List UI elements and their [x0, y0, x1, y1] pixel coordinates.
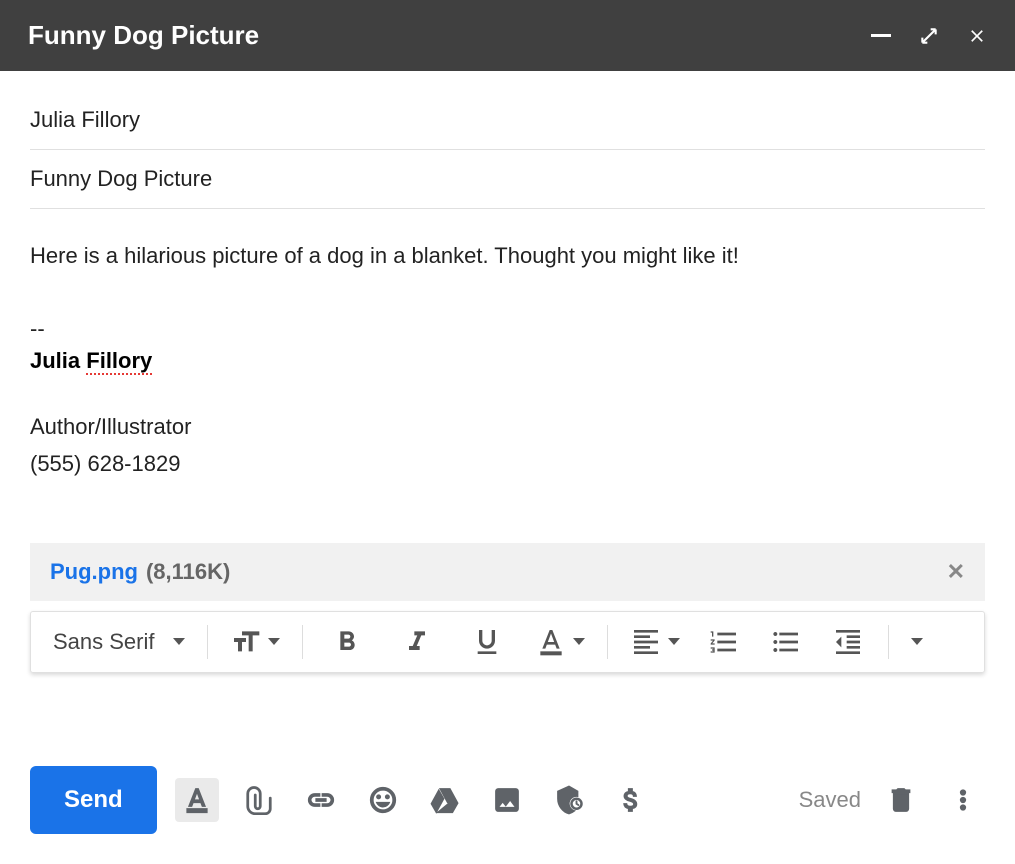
subject-field[interactable]: Funny Dog Picture — [30, 150, 985, 209]
chevron-down-icon — [911, 638, 923, 645]
fullscreen-icon[interactable] — [919, 26, 939, 46]
window-header: Funny Dog Picture — [0, 0, 1015, 71]
chevron-down-icon — [173, 638, 185, 645]
signature-title: Author/Illustrator — [30, 408, 985, 445]
bold-button[interactable] — [315, 620, 379, 664]
attachment-name: Pug.png — [50, 559, 138, 585]
chevron-down-icon — [668, 638, 680, 645]
attach-file-button[interactable] — [237, 778, 281, 822]
insert-photo-button[interactable] — [485, 778, 529, 822]
format-toolbar: Sans Serif — [30, 611, 985, 673]
signature-phone: (555) 628-1829 — [30, 445, 985, 482]
saved-label: Saved — [799, 787, 861, 813]
more-options-button[interactable] — [941, 778, 985, 822]
bulleted-list-button[interactable] — [758, 620, 814, 664]
more-formatting-button[interactable] — [901, 632, 933, 651]
signature-name: Julia Fillory — [30, 348, 152, 374]
discard-draft-button[interactable] — [879, 778, 923, 822]
signature-divider: -- — [30, 316, 985, 342]
send-button[interactable]: Send — [30, 766, 157, 834]
italic-button[interactable] — [385, 620, 449, 664]
signature-first-name: Julia — [30, 348, 80, 373]
indent-decrease-button[interactable] — [820, 620, 876, 664]
insert-money-button[interactable] — [609, 778, 653, 822]
numbered-list-button[interactable] — [696, 620, 752, 664]
divider — [607, 625, 608, 659]
underline-button[interactable] — [455, 620, 519, 664]
font-family-label: Sans Serif — [53, 629, 155, 655]
close-icon[interactable] — [967, 26, 987, 46]
attachment-size: (8,116K) — [146, 559, 230, 585]
chevron-down-icon — [268, 638, 280, 645]
insert-emoji-button[interactable] — [361, 778, 405, 822]
insert-drive-button[interactable] — [423, 778, 467, 822]
window-actions — [871, 26, 987, 46]
remove-attachment-icon[interactable]: ✕ — [947, 559, 965, 585]
text-color-button[interactable] — [525, 620, 595, 664]
signature-last-name: Fillory — [86, 348, 152, 375]
attachment-chip[interactable]: Pug.png (8,116K) ✕ — [30, 543, 985, 601]
attachment-info: Pug.png (8,116K) — [50, 559, 230, 585]
font-family-selector[interactable]: Sans Serif — [43, 623, 195, 661]
to-field[interactable]: Julia Fillory — [30, 91, 985, 150]
signature-block: Author/Illustrator (555) 628-1829 — [30, 408, 985, 483]
divider — [888, 625, 889, 659]
body-text: Here is a hilarious picture of a dog in … — [30, 209, 985, 282]
minimize-icon[interactable] — [871, 34, 891, 37]
divider — [207, 625, 208, 659]
align-button[interactable] — [620, 620, 690, 664]
divider — [302, 625, 303, 659]
font-size-button[interactable] — [220, 620, 290, 664]
compose-window: Funny Dog Picture Julia Fillory Funny Do… — [0, 0, 1015, 864]
formatting-toggle-button[interactable] — [175, 778, 219, 822]
bottom-toolbar: Send Saved — [0, 766, 1015, 864]
chevron-down-icon — [573, 638, 585, 645]
confidential-mode-button[interactable] — [547, 778, 591, 822]
window-title: Funny Dog Picture — [28, 20, 259, 51]
insert-link-button[interactable] — [299, 778, 343, 822]
compose-content: Julia Fillory Funny Dog Picture Here is … — [0, 71, 1015, 736]
body-area[interactable]: Here is a hilarious picture of a dog in … — [30, 209, 985, 483]
